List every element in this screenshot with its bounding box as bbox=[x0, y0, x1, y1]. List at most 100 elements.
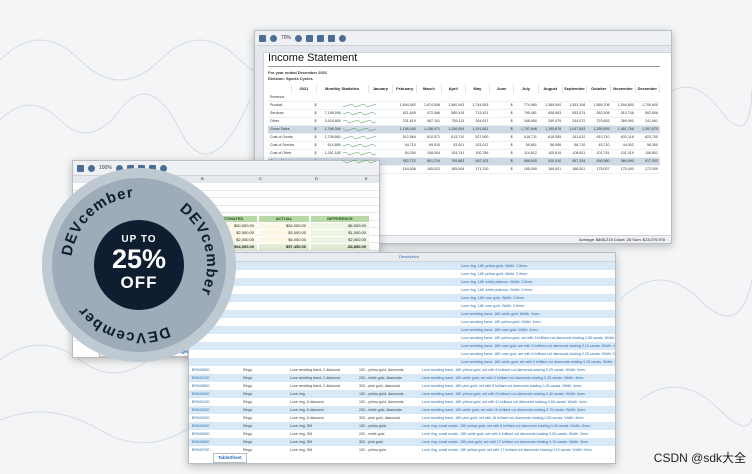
table-row[interactable]: BRK06200 Rings Luxe ring, 8 diamond 200 - w… bbox=[189, 406, 615, 414]
income-cell[interactable]: $ bbox=[490, 110, 514, 117]
income-cell[interactable]: 957,104 bbox=[563, 158, 587, 165]
income-cell[interactable]: 610,571 bbox=[418, 134, 442, 141]
table-cell[interactable] bbox=[287, 318, 356, 326]
income-cell[interactable]: 902,103 bbox=[466, 158, 490, 165]
table-cell[interactable] bbox=[240, 318, 287, 326]
income-cell[interactable]: 562,806 bbox=[636, 110, 660, 117]
budget-cell[interactable]: $54,000.00 bbox=[259, 223, 309, 229]
income-cell[interactable]: 349,479 bbox=[539, 118, 563, 125]
income-cell[interactable]: 108,811 bbox=[563, 150, 587, 157]
table-cell[interactable]: Luxe ring, small model, 18K yellow gold,… bbox=[419, 422, 615, 430]
income-cell[interactable] bbox=[442, 94, 466, 101]
info-icon[interactable] bbox=[339, 34, 347, 42]
table-cell[interactable]: 300 - pink gold, diamonds bbox=[356, 382, 419, 390]
income-cell[interactable]: 1,369,500 bbox=[539, 102, 563, 109]
table-cell[interactable]: BRK05600 bbox=[189, 366, 240, 374]
income-cell[interactable]: 613,710 bbox=[587, 134, 611, 141]
income-cell[interactable]: 114,812 bbox=[515, 150, 539, 157]
table-row[interactable]: BRK05600 Rings Luxe wedding band, 2 diamon… bbox=[189, 366, 615, 374]
table-cell[interactable] bbox=[356, 278, 419, 286]
income-cell[interactable]: 1,757,646 bbox=[515, 126, 539, 133]
open-folder-icon[interactable] bbox=[259, 34, 266, 42]
table-cell[interactable]: 100 - yellow gold, diamonds bbox=[356, 398, 419, 406]
table-cell[interactable]: Luxe wedding band, 2 diamond bbox=[287, 366, 356, 374]
table-cell[interactable] bbox=[356, 294, 419, 302]
format-icon[interactable] bbox=[317, 34, 325, 42]
table-row[interactable]: Luxe ring, 18K white platinum. Width: 5.… bbox=[189, 286, 615, 294]
income-cell[interactable]: 616,555 bbox=[539, 134, 563, 141]
income-row[interactable]: Services $7,158,596 621,605 472,566 580,915 7… bbox=[268, 110, 660, 118]
table-cell[interactable]: 100 - yellow gold bbox=[356, 422, 419, 430]
income-cell[interactable]: 1,744,553 bbox=[466, 102, 490, 109]
table-row[interactable]: BRK06300 Rings Luxe ring, 8 diamond 300 - p… bbox=[189, 414, 615, 422]
table-cell[interactable]: 200 - white gold, diamonds bbox=[356, 374, 419, 382]
income-cell[interactable]: $ bbox=[294, 126, 318, 133]
income-cell[interactable]: 910,410 bbox=[539, 158, 563, 165]
table-cell[interactable]: Luxe ring, 8 diamond bbox=[287, 406, 356, 414]
table-cell[interactable] bbox=[356, 310, 419, 318]
income-cell[interactable]: 169,001 bbox=[539, 166, 563, 173]
table-row[interactable]: Luxe wedding band, 18K rose gold, set wi… bbox=[189, 350, 615, 358]
income-cell[interactable]: 1,195,678 bbox=[539, 126, 563, 133]
table-cell[interactable] bbox=[287, 270, 356, 278]
income-cell[interactable]: 108,004 bbox=[418, 150, 442, 157]
income-cell[interactable]: 168,001 bbox=[563, 166, 587, 173]
table-cell[interactable]: BRK06100 bbox=[189, 398, 240, 406]
table-cell[interactable]: Rings bbox=[240, 430, 287, 438]
table-cell[interactable]: Luxe wedding band, 18K rose gold, set wi… bbox=[419, 350, 615, 358]
table-cell[interactable]: Luxe wedding band, 18K rose gold, set wi… bbox=[419, 342, 615, 350]
income-cell[interactable]: $ bbox=[490, 102, 514, 109]
income-cell[interactable]: 101,019 bbox=[612, 150, 636, 157]
table-cell[interactable]: Rings bbox=[240, 406, 287, 414]
table-cell[interactable]: 200 - white gold bbox=[356, 430, 419, 438]
table-cell[interactable]: BRK06500 bbox=[189, 430, 240, 438]
table-cell[interactable]: Luxe wedding band, 18K yellow gold, set … bbox=[419, 390, 615, 398]
income-cell[interactable]: 1,461,766 bbox=[612, 126, 636, 133]
income-cell[interactable]: 1,156,994 bbox=[442, 126, 466, 133]
income-cell[interactable] bbox=[563, 94, 587, 101]
grid-icon[interactable] bbox=[306, 34, 314, 42]
income-cell[interactable] bbox=[490, 94, 514, 101]
table-cell[interactable]: Luxe wedding band, 18K pink gold, set wi… bbox=[419, 414, 615, 422]
table-cell[interactable]: 100 - yellow gold, diamonds bbox=[356, 390, 419, 398]
income-cell[interactable] bbox=[294, 94, 318, 101]
table-cell[interactable] bbox=[240, 310, 287, 318]
income-cell[interactable]: 231,619 bbox=[394, 118, 418, 125]
table-cell[interactable] bbox=[287, 358, 356, 366]
income-cell[interactable]: 264,617 bbox=[466, 118, 490, 125]
table-cell[interactable]: BRK06700 bbox=[189, 446, 240, 453]
table-row[interactable]: BRK06100 Rings Luxe ring, 8 diamond 100 - y… bbox=[189, 398, 615, 406]
income-cell[interactable]: $ bbox=[490, 142, 514, 149]
income-cell[interactable]: 165,022 bbox=[418, 166, 442, 173]
income-cell[interactable]: 165,004 bbox=[442, 166, 466, 173]
income-cell[interactable]: 608,963 bbox=[539, 110, 563, 117]
income-cell[interactable]: 7,158,596 bbox=[318, 110, 342, 117]
income-cell[interactable]: 616,711 bbox=[515, 134, 539, 141]
table-cell[interactable] bbox=[240, 326, 287, 334]
table-cell[interactable] bbox=[240, 358, 287, 366]
income-cell[interactable]: 611,612 bbox=[563, 134, 587, 141]
income-cell[interactable] bbox=[318, 102, 342, 109]
income-cell[interactable]: 952,722 bbox=[394, 158, 418, 165]
table-cell[interactable] bbox=[287, 278, 356, 286]
income-row[interactable]: Gross Sales $1,768,346 1,158,445 1,158,971 1… bbox=[268, 126, 660, 134]
table-cell[interactable]: BRK05700 bbox=[189, 374, 240, 382]
table-cell[interactable] bbox=[240, 302, 287, 310]
income-cell[interactable]: 1,255,695 bbox=[587, 126, 611, 133]
income-cell[interactable]: 44,002 bbox=[612, 142, 636, 149]
table-cell[interactable]: Luxe ring, 18K white platinum. Width: 3.… bbox=[419, 278, 615, 286]
income-row[interactable]: Cost of Services $614,689 44,710 69,010 93,0… bbox=[268, 142, 660, 150]
income-cell[interactable]: 69,010 bbox=[418, 142, 442, 149]
table-cell[interactable] bbox=[287, 326, 356, 334]
zoom-in-icon[interactable] bbox=[270, 34, 277, 42]
table-cell[interactable]: Luxe wedding band, 18K yellow gold. Widt… bbox=[419, 318, 615, 326]
budget-cell[interactable]: $4,000.00 bbox=[259, 237, 309, 243]
table-row[interactable]: Luxe ring, 18K rose gold. Width: 5.5mm. bbox=[189, 302, 615, 310]
table-row[interactable]: Luxe wedding band, 18K yellow gold. Widt… bbox=[189, 318, 615, 326]
budget-cell[interactable]: $57,450.00 bbox=[259, 244, 309, 250]
income-cell[interactable]: $ bbox=[294, 102, 318, 109]
income-row[interactable]: Other $3,416,869 231,619 967,101 759,113 264,… bbox=[268, 118, 660, 126]
tab-tablesheet[interactable]: TableSheet bbox=[213, 453, 247, 463]
table-cell[interactable]: Luxe ring bbox=[287, 390, 356, 398]
table-cell[interactable] bbox=[287, 310, 356, 318]
